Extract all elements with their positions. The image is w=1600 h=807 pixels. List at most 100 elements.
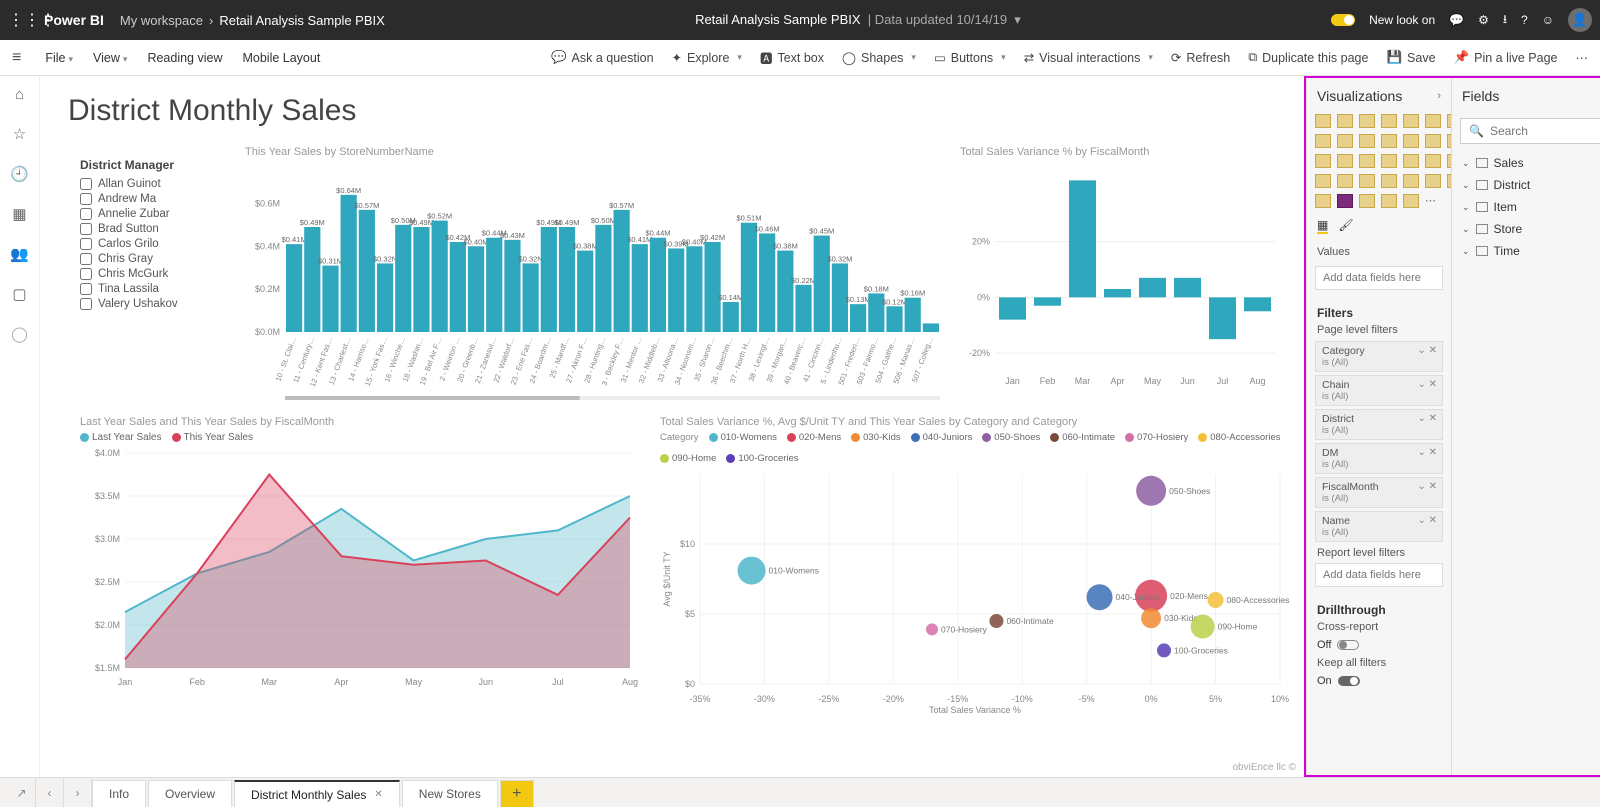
viz-type-icon[interactable]: [1337, 174, 1353, 188]
apps-icon[interactable]: ▦: [12, 205, 26, 223]
filter-card[interactable]: FiscalMonthis (All)⌄ ✕: [1315, 477, 1443, 508]
remove-filter-icon[interactable]: ✕: [1429, 481, 1437, 492]
help-icon[interactable]: ?: [1521, 13, 1528, 27]
viz-type-icon[interactable]: [1337, 114, 1353, 128]
viz-type-icon[interactable]: [1403, 174, 1419, 188]
slicer-item[interactable]: Allan Guinot: [80, 178, 230, 190]
mobile-layout-button[interactable]: Mobile Layout: [242, 51, 320, 65]
visual-interactions-button[interactable]: ⇄ Visual interactions: [1024, 50, 1153, 65]
expand-icon[interactable]: ⌄: [1417, 413, 1425, 424]
cross-report-toggle[interactable]: [1337, 640, 1359, 650]
chart-variance-by-month[interactable]: Total Sales Variance % by FiscalMonth -2…: [960, 146, 1280, 396]
viz-type-icon[interactable]: [1425, 174, 1441, 188]
slicer-checkbox[interactable]: [80, 253, 92, 265]
filter-card[interactable]: Nameis (All)⌄ ✕: [1315, 511, 1443, 542]
menu-icon[interactable]: ≡: [12, 49, 21, 67]
keep-filters-toggle[interactable]: [1338, 676, 1360, 686]
next-page-icon[interactable]: ›: [64, 778, 92, 807]
viz-type-icon[interactable]: [1381, 174, 1397, 188]
filter-card[interactable]: DMis (All)⌄ ✕: [1315, 443, 1443, 474]
filter-card[interactable]: Districtis (All)⌄ ✕: [1315, 409, 1443, 440]
page-tab[interactable]: Info: [92, 780, 146, 807]
viz-type-icon[interactable]: [1315, 154, 1331, 168]
chart-last-vs-this-year[interactable]: Last Year Sales and This Year Sales by F…: [80, 416, 640, 716]
remove-filter-icon[interactable]: ✕: [1429, 379, 1437, 390]
format-icon[interactable]: 🖌: [1338, 218, 1353, 234]
save-button[interactable]: 💾 Save: [1386, 50, 1435, 65]
shared-icon[interactable]: 👥: [10, 245, 29, 263]
expand-icon[interactable]: ⌄: [1417, 379, 1425, 390]
viz-type-icon[interactable]: [1359, 134, 1375, 148]
slicer-item[interactable]: Andrew Ma: [80, 193, 230, 205]
slicer-item[interactable]: Annelie Zubar: [80, 208, 230, 220]
avatar[interactable]: 👤: [1568, 8, 1592, 32]
recent-icon[interactable]: 🕘: [10, 165, 29, 183]
expand-nav-icon[interactable]: ↗: [8, 778, 36, 807]
report-canvas[interactable]: District Monthly Sales District Manager …: [40, 76, 1304, 777]
expand-icon[interactable]: ⌄: [1417, 515, 1425, 526]
viz-type-icon[interactable]: [1359, 194, 1375, 208]
viz-type-icon[interactable]: [1337, 194, 1353, 208]
viz-type-icon[interactable]: [1359, 154, 1375, 168]
file-menu[interactable]: File: [45, 51, 73, 65]
page-tab[interactable]: Overview: [148, 780, 232, 807]
viz-type-icon[interactable]: [1381, 154, 1397, 168]
slicer-item[interactable]: Chris Gray: [80, 253, 230, 265]
new-look-toggle[interactable]: [1331, 14, 1355, 26]
slicer-item[interactable]: Valery Ushakov: [80, 298, 230, 310]
refresh-button[interactable]: ⟳ Refresh: [1171, 50, 1230, 65]
viz-type-icon[interactable]: [1337, 134, 1353, 148]
more-icon[interactable]: ⋯: [1576, 50, 1589, 65]
slicer-checkbox[interactable]: [80, 208, 92, 220]
remove-filter-icon[interactable]: ✕: [1429, 515, 1437, 526]
viz-type-icon[interactable]: [1425, 134, 1441, 148]
viz-type-icon[interactable]: [1359, 174, 1375, 188]
ask-question-button[interactable]: 💬 Ask a question: [551, 50, 654, 65]
expand-icon[interactable]: ⌄: [1417, 447, 1425, 458]
more-viz-icon[interactable]: ⋯: [1425, 194, 1441, 208]
fields-well-icon[interactable]: ▦: [1317, 218, 1328, 234]
breadcrumb-current[interactable]: Retail Analysis Sample PBIX: [219, 13, 384, 28]
district-manager-slicer[interactable]: District Manager Allan GuinotAndrew MaAn…: [80, 158, 230, 313]
viz-type-icon[interactable]: [1403, 194, 1419, 208]
viz-type-icon[interactable]: [1315, 174, 1331, 188]
home-icon[interactable]: ⌂: [15, 86, 24, 103]
workspaces-icon[interactable]: ▢: [12, 285, 26, 303]
expand-icon[interactable]: ⌄: [1417, 345, 1425, 356]
filter-card[interactable]: Categoryis (All)⌄ ✕: [1315, 341, 1443, 372]
viz-type-icon[interactable]: [1403, 134, 1419, 148]
slicer-checkbox[interactable]: [80, 268, 92, 280]
shapes-button[interactable]: ◯ Shapes: [842, 50, 916, 65]
collapse-icon[interactable]: ›: [1437, 90, 1441, 102]
viz-type-icon[interactable]: [1315, 134, 1331, 148]
report-filters-drop[interactable]: Add data fields here: [1315, 563, 1443, 587]
app-launcher-icon[interactable]: ⋮⋮⋮: [8, 10, 40, 30]
breadcrumb-workspace[interactable]: My workspace: [120, 13, 203, 28]
reading-view-button[interactable]: Reading view: [147, 51, 222, 65]
profile-icon[interactable]: ◯: [11, 325, 28, 343]
buttons-button[interactable]: ▭ Buttons: [934, 50, 1006, 65]
remove-filter-icon[interactable]: ✕: [1429, 447, 1437, 458]
table-row[interactable]: ⌄Item: [1452, 196, 1600, 218]
slicer-item[interactable]: Carlos Grilo: [80, 238, 230, 250]
chart-scatter-category[interactable]: Total Sales Variance %, Avg $/Unit TY an…: [660, 416, 1290, 716]
slicer-item[interactable]: Brad Sutton: [80, 223, 230, 235]
viz-type-icon[interactable]: [1337, 154, 1353, 168]
remove-filter-icon[interactable]: ✕: [1429, 345, 1437, 356]
page-tab[interactable]: District Monthly Sales✕: [234, 780, 400, 807]
pin-page-button[interactable]: 📌 Pin a live Page: [1454, 50, 1558, 65]
page-tab[interactable]: New Stores: [402, 780, 498, 807]
prev-page-icon[interactable]: ‹: [36, 778, 64, 807]
download-icon[interactable]: ⭳: [1503, 10, 1507, 31]
slicer-checkbox[interactable]: [80, 193, 92, 205]
duplicate-page-button[interactable]: ⧉ Duplicate this page: [1248, 50, 1368, 65]
close-tab-icon[interactable]: ✕: [374, 789, 382, 800]
viz-type-icon[interactable]: [1403, 154, 1419, 168]
slicer-item[interactable]: Chris McGurk: [80, 268, 230, 280]
chat-icon[interactable]: 💬: [1449, 13, 1464, 27]
slicer-item[interactable]: Tina Lassila: [80, 283, 230, 295]
slicer-checkbox[interactable]: [80, 283, 92, 295]
viz-type-icon[interactable]: [1425, 154, 1441, 168]
viz-type-icon[interactable]: [1315, 194, 1331, 208]
viz-type-icon[interactable]: [1381, 114, 1397, 128]
